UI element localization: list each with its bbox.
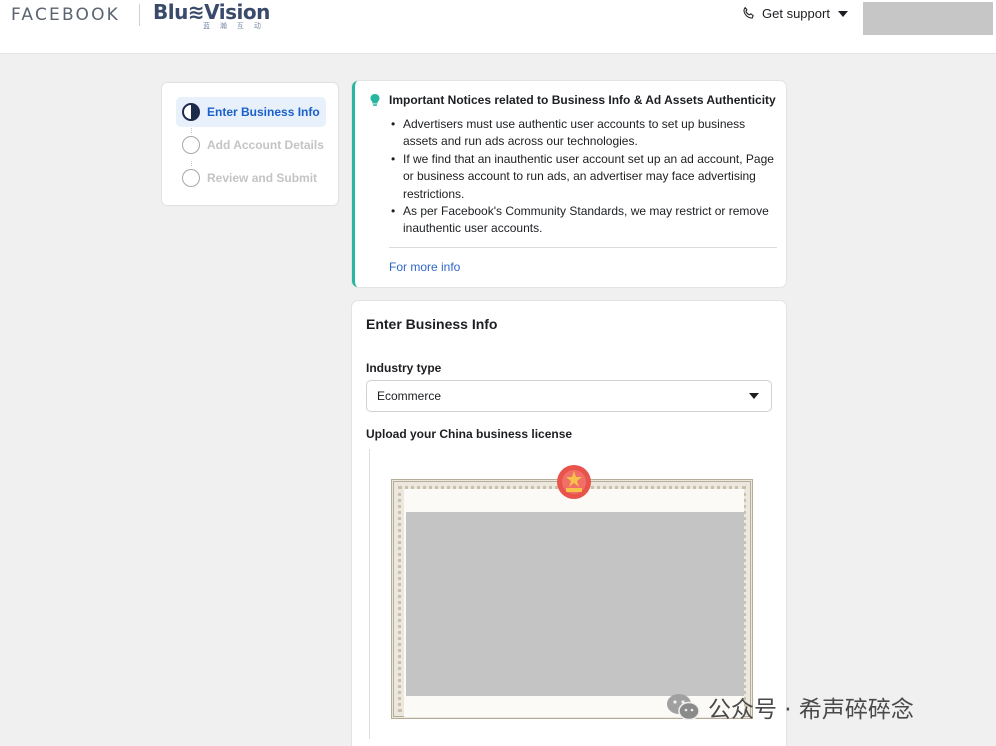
logo-divider <box>139 4 140 26</box>
bluevision-logo: Blu≋Vision 蓝 瀚 互 动 <box>153 0 270 32</box>
redacted-license-content <box>406 512 744 696</box>
facebook-logo[interactable]: FACEBOOK <box>11 5 120 25</box>
business-license-image <box>391 465 753 719</box>
national-emblem-icon <box>557 465 591 499</box>
industry-type-select[interactable]: Ecommerce <box>366 380 772 412</box>
industry-type-value: Ecommerce <box>377 389 442 403</box>
step-progress-icon <box>182 103 200 121</box>
step-enter-business-info[interactable]: Enter Business Info <box>176 97 326 127</box>
notice-item: If we find that an inauthentic user acco… <box>391 151 781 203</box>
industry-type-label: Industry type <box>366 361 442 375</box>
upload-license-label: Upload your China business license <box>366 427 573 441</box>
redacted-account-area[interactable] <box>863 2 993 35</box>
get-support-label: Get support <box>762 6 830 21</box>
chevron-down-icon <box>837 10 848 17</box>
chevron-down-icon <box>749 393 759 399</box>
notice-item: Advertisers must use authentic user acco… <box>391 116 781 151</box>
notice-list: Advertisers must use authentic user acco… <box>391 116 781 238</box>
top-bar: FACEBOOK Blu≋Vision 蓝 瀚 互 动 Get support <box>0 0 996 54</box>
notice-item: As per Facebook's Community Standards, w… <box>391 203 781 238</box>
step-circle-icon <box>182 136 200 154</box>
step-review-and-submit[interactable]: Review and Submit <box>176 163 326 193</box>
notice-title: Important Notices related to Business In… <box>389 93 776 107</box>
watermark-text: 公众号 · 希声碎碎念 <box>708 697 914 723</box>
wechat-watermark: 公众号 · 希声碎碎念 <box>664 690 914 724</box>
wechat-icon <box>667 694 700 721</box>
bluevision-logo-subtext: 蓝 瀚 互 动 <box>203 23 265 30</box>
business-info-card: Enter Business Info Industry type Ecomme… <box>352 301 786 746</box>
step-label: Enter Business Info <box>207 105 320 119</box>
section-title: Enter Business Info <box>366 316 498 332</box>
progress-steps-card: Enter Business Info Add Account Details … <box>161 82 339 206</box>
lightbulb-icon <box>370 94 380 106</box>
phone-icon <box>743 7 754 19</box>
step-label: Review and Submit <box>207 171 318 185</box>
authenticity-notice-card: Important Notices related to Business In… <box>352 81 786 287</box>
more-info-link[interactable]: For more info <box>389 260 460 274</box>
get-support-button[interactable]: Get support <box>741 6 848 21</box>
notice-divider <box>389 247 777 248</box>
step-circle-icon <box>182 169 200 187</box>
step-label: Add Account Details <box>207 138 324 152</box>
step-add-account-details[interactable]: Add Account Details <box>176 130 326 160</box>
